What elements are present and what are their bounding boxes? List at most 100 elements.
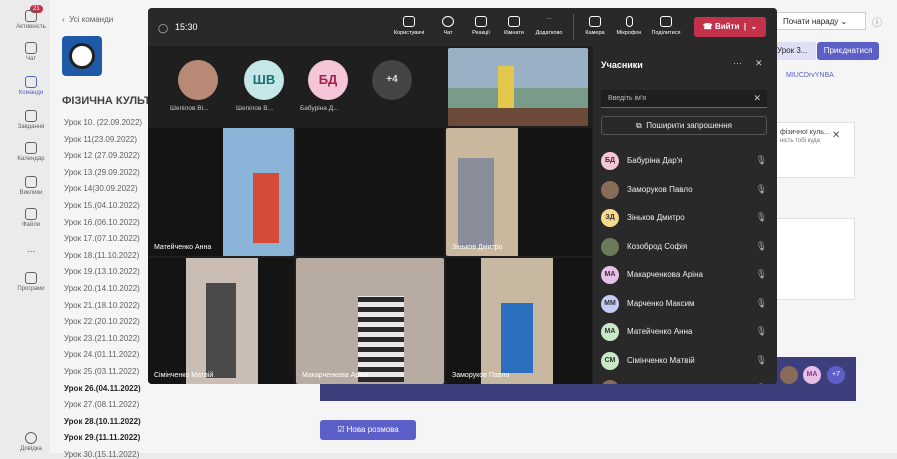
notification-title: фізичної куль... [780, 129, 830, 136]
participant-row[interactable]: Козоброд Софія 🎙 [601, 236, 771, 258]
person-figure [253, 173, 279, 243]
calendar-icon [25, 142, 37, 154]
channel-item[interactable]: Урок 10. (22.09.2022) [64, 118, 142, 127]
mic-muted-icon: 🎙 [755, 297, 767, 308]
rail-chat[interactable]: Чат [12, 42, 50, 62]
participant-row[interactable]: Заморуков Павло 🎙 [601, 179, 771, 201]
share-invite-button[interactable]: ⧉ Поширити запрошення [601, 116, 767, 135]
rail-apps[interactable]: Програми [12, 272, 50, 292]
rail-calls[interactable]: Виклики [12, 176, 50, 196]
gym-wall [448, 48, 588, 88]
participant-name: Марченко Максим [627, 298, 695, 308]
notification-subtitle: ність тобі куда [780, 138, 820, 144]
tile-name: Матейченко Анна [154, 244, 212, 251]
participant-avatar-initials: ШВ [244, 60, 284, 100]
meeting-chip[interactable]: Урок 3... [774, 42, 816, 60]
person-figure [501, 303, 533, 373]
channel-item[interactable]: Урок 27.(08.11.2022) [64, 400, 139, 409]
participant-search-input[interactable]: Введіть ім'я ✕ [601, 90, 767, 108]
close-icon[interactable]: ✕ [832, 130, 840, 141]
people-button[interactable]: Користувачі [391, 16, 427, 36]
tile-name: Зіньков Дмитро [452, 244, 503, 251]
participant-avatar [601, 180, 619, 199]
clear-search-icon[interactable]: ✕ [753, 93, 761, 104]
chat-button[interactable]: Чат [430, 16, 466, 36]
channel-item[interactable]: Урок 26.(04.11.2022) [64, 384, 141, 393]
channel-item[interactable]: Урок 22.(20.10.2022) [64, 317, 140, 326]
rail-activity[interactable]: Активність [12, 10, 50, 30]
leave-button[interactable]: ☎ Вийти | ⌄ [694, 17, 766, 37]
channel-item[interactable]: Урок 13.(29.09.2022) [64, 168, 140, 177]
video-tile: Заморуков Павло [446, 258, 592, 384]
rail-teams[interactable]: Команди [12, 76, 50, 96]
participant-row[interactable]: МА Макарченкова Аріна 🎙 [601, 264, 771, 286]
mic-muted-icon: 🎙 [755, 212, 767, 222]
close-panel-icon[interactable]: ✕ [755, 58, 763, 69]
camera-button[interactable]: Камера [577, 16, 613, 36]
channel-item[interactable]: Урок 12 (27.09.2022) [64, 151, 140, 160]
reactions-button[interactable]: Реакції [463, 16, 499, 36]
meeting-link[interactable]: MIUCDrvYNBA [786, 72, 834, 79]
channel-item[interactable]: Урок 28.(10.11.2022) [64, 417, 141, 426]
channel-item[interactable]: Урок 17.(07.10.2022) [64, 234, 140, 243]
rooms-button[interactable]: Кімнати [496, 16, 532, 36]
avatar [780, 366, 798, 384]
participant-avatar: БД [601, 152, 619, 170]
back-to-teams[interactable]: ‹ Усі команди [62, 15, 113, 24]
assignments-icon [25, 110, 37, 122]
phone-icon [25, 176, 37, 188]
rail-more[interactable]: ... [12, 244, 50, 255]
help-icon [25, 432, 37, 444]
channel-item[interactable]: Урок 29.(11.11.2022) [64, 433, 140, 442]
mic-muted-icon: 🎙 [755, 183, 767, 194]
participant-name: Козоброд Софія [627, 241, 688, 251]
channel-item[interactable]: Урок 15.(04.10.2022) [64, 201, 140, 210]
channel-item[interactable]: Урок 14(30.09.2022) [64, 184, 138, 193]
people-icon [403, 16, 415, 27]
meeting-window: ◯ 15:30 Користувачі Чат Реакції Кімнати … [148, 8, 777, 384]
tile-name: Макарченкова Аріна [302, 372, 369, 379]
participant-avatar [601, 237, 619, 256]
chat-icon [442, 16, 454, 27]
channel-item[interactable]: Урок 25.(03.11.2022) [64, 367, 139, 376]
video-tile-empty [296, 128, 444, 256]
tile-name: Сімінченко Матвій [154, 372, 214, 379]
participant-row[interactable]: ММ Марченко Максим 🎙 [601, 293, 771, 315]
mic-button[interactable]: Мікрофон [611, 16, 647, 36]
more-button[interactable]: ··· Додатково [531, 16, 567, 36]
channel-item[interactable]: Урок 16.(06.10.2022) [64, 218, 140, 227]
meet-now-select[interactable]: Почати нараду ⌄ [776, 12, 866, 30]
info-icon[interactable]: ⓘ [872, 14, 882, 29]
channel-item[interactable]: Урок 30.(15.11.2022) [64, 450, 139, 459]
participant-row[interactable]: Шепілов Віталій🎙 [601, 378, 771, 384]
more-icon[interactable]: ··· [733, 58, 742, 68]
channel-item[interactable]: Урок 19.(13.10.2022) [64, 267, 140, 276]
participant-name: Заморуков Павло [627, 184, 693, 194]
team-name: ФІЗИЧНА КУЛЬТ... [62, 95, 159, 107]
participant-row[interactable]: СМ Сімінченко Матвій 🎙 [601, 350, 771, 372]
channel-item[interactable]: Урок 24.(01.11.2022) [64, 350, 139, 359]
rail-help[interactable]: Довідка [12, 432, 50, 452]
participant-avatar: СМ [601, 351, 619, 370]
participant-row[interactable]: ЗД Зіньков Дмитро 🎙 [601, 207, 771, 229]
ball-icon [69, 43, 95, 69]
apps-icon [25, 272, 37, 284]
channel-item[interactable]: Урок 21.(18.10.2022) [64, 301, 140, 310]
channel-item[interactable]: Урок 20.(14.10.2022) [64, 284, 140, 293]
rail-calendar[interactable]: Календар [12, 142, 50, 162]
new-conversation-button[interactable]: ☑ Нова розмова [320, 420, 416, 440]
rail-assignments[interactable]: Завдання [12, 110, 50, 130]
participant-row[interactable]: БД Бабуріна Дар'я 🎙 [601, 150, 771, 172]
video-tile: Матейченко Анна [148, 128, 294, 256]
panel-title: Учасники [601, 60, 643, 70]
channel-item[interactable]: Урок 18.(11.10.2022) [64, 251, 139, 260]
overflow-participants[interactable]: +4 [372, 60, 412, 100]
channel-item[interactable]: Урок 11(23.09.2022) [64, 135, 137, 144]
join-button[interactable]: Приєднатися [817, 42, 879, 60]
share-button[interactable]: Поділитися [648, 16, 684, 36]
rail-files[interactable]: Файли [12, 208, 50, 228]
channel-item[interactable]: Урок 23.(21.10.2022) [64, 334, 140, 343]
teams-icon [25, 76, 37, 88]
more-participants-badge[interactable]: +7 [827, 366, 845, 384]
participant-row[interactable]: МА Матейченко Анна 🎙 [601, 321, 771, 343]
